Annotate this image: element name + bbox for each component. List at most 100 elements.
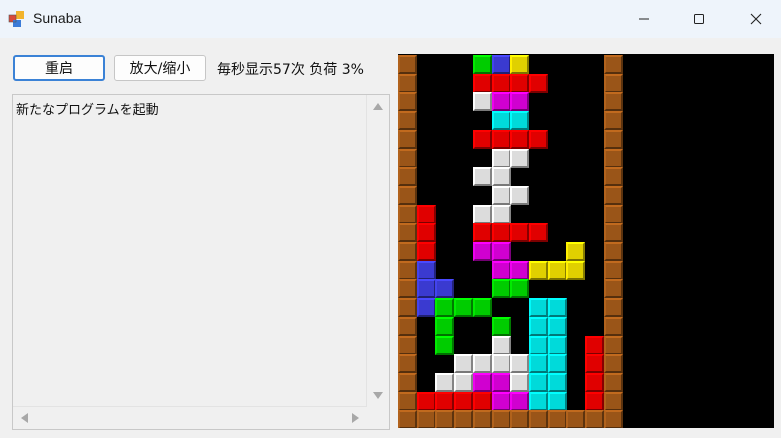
scroll-down-icon[interactable] — [373, 392, 383, 399]
game-board[interactable] — [398, 54, 774, 428]
white-block — [472, 167, 492, 187]
cyan-block — [547, 298, 567, 318]
white-block — [510, 185, 530, 205]
cyan-block — [528, 372, 548, 392]
yellow-block — [547, 260, 567, 280]
wall-block — [603, 279, 623, 299]
scrollbar-corner — [367, 407, 389, 429]
cyan-block — [547, 316, 567, 336]
wall-block — [603, 55, 623, 74]
wall-block — [454, 410, 474, 428]
wall-block — [435, 410, 455, 428]
white-block — [454, 372, 474, 392]
wall-block — [398, 148, 417, 168]
scroll-right-icon[interactable] — [352, 413, 359, 423]
zoom-button[interactable]: 放大/缩小 — [114, 55, 206, 81]
wall-block — [398, 111, 417, 131]
white-block — [454, 354, 474, 374]
wall-block — [603, 129, 623, 149]
green-block — [491, 279, 511, 299]
wall-block — [603, 204, 623, 224]
cyan-block — [510, 111, 530, 131]
red-block — [528, 129, 548, 149]
wall-block — [472, 410, 492, 428]
wall-block — [398, 316, 417, 336]
output-log[interactable]: 新たなプログラムを起動 — [12, 94, 390, 430]
restart-button[interactable]: 重启 — [13, 55, 105, 81]
wall-block — [398, 410, 417, 428]
yellow-block — [510, 55, 530, 74]
wall-block — [398, 391, 417, 411]
wall-block — [398, 298, 417, 318]
red-block — [454, 391, 474, 411]
maximize-button[interactable] — [676, 0, 722, 38]
red-block — [491, 73, 511, 93]
vertical-scrollbar[interactable] — [366, 95, 389, 407]
blue-block — [435, 279, 455, 299]
white-block — [491, 148, 511, 168]
white-block — [472, 92, 492, 112]
wall-block — [566, 410, 586, 428]
minimize-button[interactable] — [621, 0, 667, 38]
cyan-block — [547, 335, 567, 355]
client-area: 重启 放大/缩小 毎秒显示57次 负荷 3% 新たなプログラムを起動 — [0, 38, 781, 438]
wall-block — [603, 391, 623, 411]
wall-block — [491, 410, 511, 428]
minimize-icon — [639, 18, 649, 20]
white-block — [510, 354, 530, 374]
yellow-block — [566, 242, 586, 261]
horizontal-scrollbar[interactable] — [13, 406, 367, 429]
magenta-block — [510, 391, 530, 411]
red-block — [472, 129, 492, 149]
scroll-left-icon[interactable] — [21, 413, 28, 423]
cyan-block — [491, 111, 511, 131]
close-button[interactable] — [733, 0, 779, 38]
wall-block — [603, 354, 623, 374]
wall-block — [603, 372, 623, 392]
red-block — [585, 335, 604, 355]
window-app-icon — [8, 11, 24, 27]
white-block — [510, 372, 530, 392]
cyan-block — [547, 372, 567, 392]
green-block — [472, 55, 492, 74]
cyan-block — [528, 298, 548, 318]
wall-block — [603, 111, 623, 131]
green-block — [435, 298, 455, 318]
cyan-block — [528, 354, 548, 374]
red-block — [416, 242, 436, 261]
green-block — [491, 316, 511, 336]
green-block — [454, 298, 474, 318]
wall-block — [398, 372, 417, 392]
close-icon — [750, 13, 762, 25]
white-block — [491, 185, 511, 205]
red-block — [528, 73, 548, 93]
wall-block — [603, 298, 623, 318]
wall-block — [398, 204, 417, 224]
red-block — [472, 73, 492, 93]
wall-block — [398, 335, 417, 355]
magenta-block — [491, 260, 511, 280]
white-block — [472, 354, 492, 374]
wall-block — [398, 260, 417, 280]
wall-block — [603, 185, 623, 205]
white-block — [491, 167, 511, 187]
cyan-block — [547, 391, 567, 411]
wall-block — [510, 410, 530, 428]
wall-block — [603, 260, 623, 280]
wall-block — [603, 223, 623, 243]
magenta-block — [510, 260, 530, 280]
green-block — [435, 335, 455, 355]
log-text: 新たなプログラムを起動 — [16, 103, 159, 118]
wall-block — [398, 55, 417, 74]
wall-block — [603, 316, 623, 336]
wall-block — [398, 167, 417, 187]
red-block — [491, 223, 511, 243]
red-block — [416, 223, 436, 243]
scroll-up-icon[interactable] — [373, 103, 383, 110]
wall-block — [398, 185, 417, 205]
red-block — [416, 204, 436, 224]
green-block — [510, 279, 530, 299]
fps-load-status: 毎秒显示57次 负荷 3% — [217, 62, 364, 78]
wall-block — [398, 223, 417, 243]
title-bar: Sunaba — [0, 0, 781, 38]
